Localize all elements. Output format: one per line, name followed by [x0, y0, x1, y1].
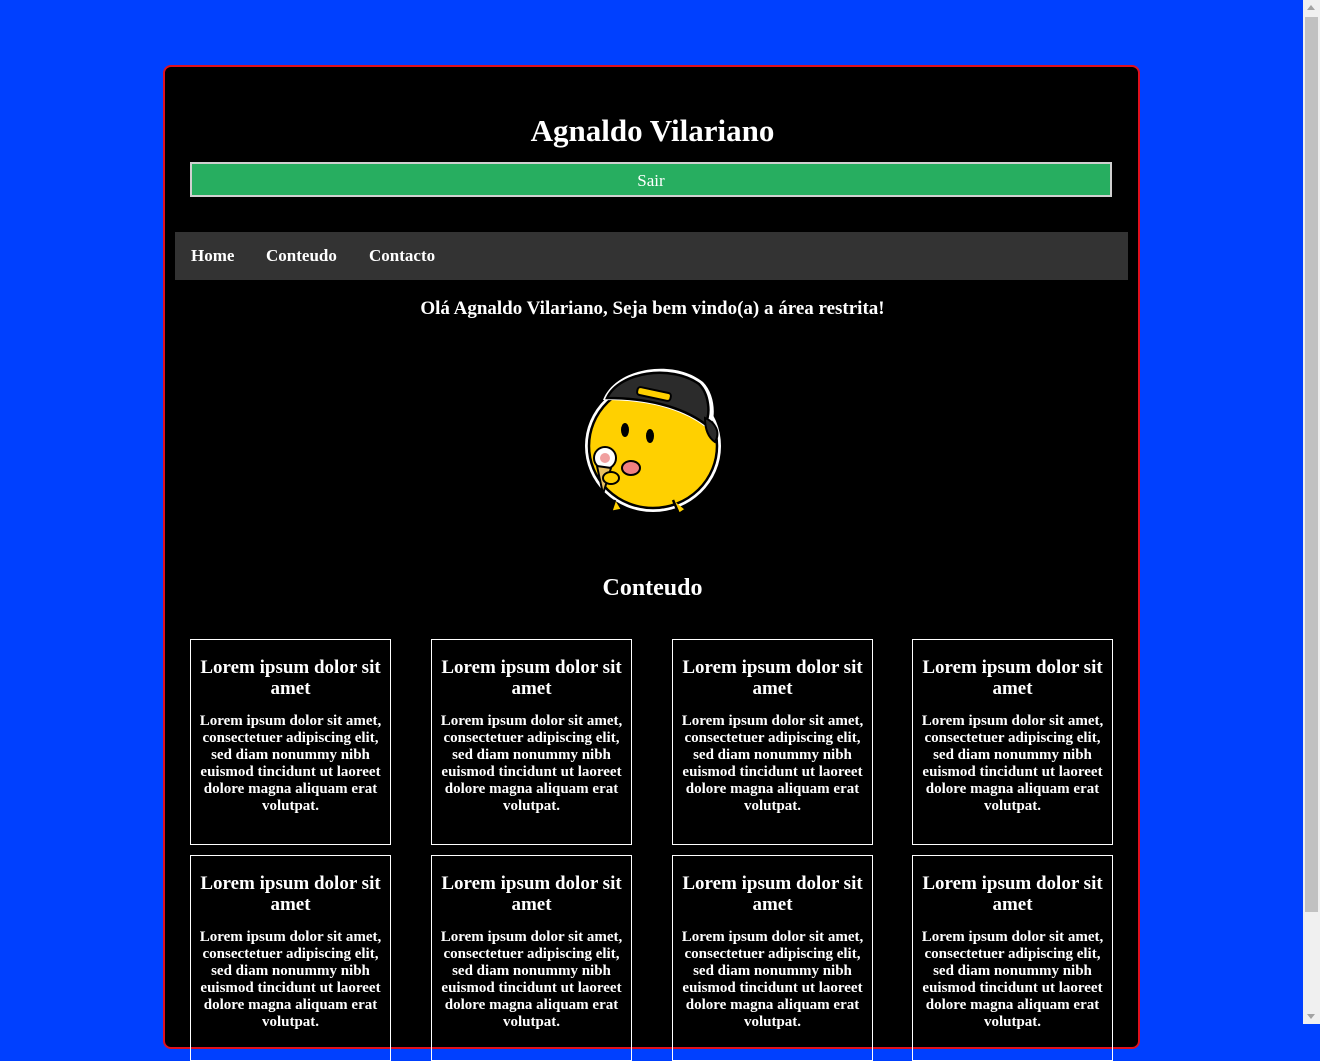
- card-body: Lorem ipsum dolor sit amet, consectetuer…: [199, 929, 382, 1030]
- nav-item-home[interactable]: Home: [191, 232, 234, 280]
- card-title: Lorem ipsum dolor sit amet: [682, 873, 863, 915]
- content-card: Lorem ipsum dolor sit amet Lorem ipsum d…: [431, 639, 632, 845]
- card-body: Lorem ipsum dolor sit amet, consectetuer…: [921, 929, 1104, 1030]
- card-body: Lorem ipsum dolor sit amet, consectetuer…: [440, 929, 623, 1030]
- content-section-title: Conteudo: [602, 575, 703, 601]
- card-body: Lorem ipsum dolor sit amet, consectetuer…: [440, 713, 623, 814]
- content-card: Lorem ipsum dolor sit amet Lorem ipsum d…: [190, 639, 391, 845]
- card-title: Lorem ipsum dolor sit amet: [922, 657, 1103, 699]
- card-body: Lorem ipsum dolor sit amet, consectetuer…: [681, 713, 864, 814]
- nav-bar: Home Conteudo Contacto: [175, 232, 1128, 280]
- card-title: Lorem ipsum dolor sit amet: [200, 657, 381, 699]
- card-title: Lorem ipsum dolor sit amet: [200, 873, 381, 915]
- content-card: Lorem ipsum dolor sit amet Lorem ipsum d…: [912, 855, 1113, 1061]
- card-title: Lorem ipsum dolor sit amet: [441, 657, 622, 699]
- page-title: Agnaldo Vilariano: [530, 113, 775, 148]
- main-panel: Agnaldo Vilariano Sair Home Conteudo Con…: [163, 65, 1140, 1061]
- nav-item-conteudo[interactable]: Conteudo: [266, 232, 337, 280]
- welcome-message: Olá Agnaldo Vilariano, Seja bem vindo(a)…: [420, 298, 885, 319]
- content-card: Lorem ipsum dolor sit amet Lorem ipsum d…: [431, 855, 632, 1061]
- scroll-thumb[interactable]: [1305, 17, 1318, 912]
- scroll-down-icon[interactable]: [1307, 1014, 1315, 1019]
- mascot-yellow-chick-cap-icon: [575, 360, 733, 518]
- card-body: Lorem ipsum dolor sit amet, consectetuer…: [199, 713, 382, 814]
- logout-button[interactable]: Sair: [190, 162, 1112, 197]
- scroll-up-icon[interactable]: [1307, 5, 1315, 10]
- card-title: Lorem ipsum dolor sit amet: [922, 873, 1103, 915]
- card-title: Lorem ipsum dolor sit amet: [682, 657, 863, 699]
- nav-item-contacto[interactable]: Contacto: [369, 232, 435, 280]
- card-body: Lorem ipsum dolor sit amet, consectetuer…: [681, 929, 864, 1030]
- card-title: Lorem ipsum dolor sit amet: [441, 873, 622, 915]
- content-card: Lorem ipsum dolor sit amet Lorem ipsum d…: [912, 639, 1113, 845]
- content-card: Lorem ipsum dolor sit amet Lorem ipsum d…: [672, 855, 873, 1061]
- page-scrollbar[interactable]: [1303, 0, 1320, 1024]
- card-body: Lorem ipsum dolor sit amet, consectetuer…: [921, 713, 1104, 814]
- content-card: Lorem ipsum dolor sit amet Lorem ipsum d…: [190, 855, 391, 1061]
- content-card: Lorem ipsum dolor sit amet Lorem ipsum d…: [672, 639, 873, 845]
